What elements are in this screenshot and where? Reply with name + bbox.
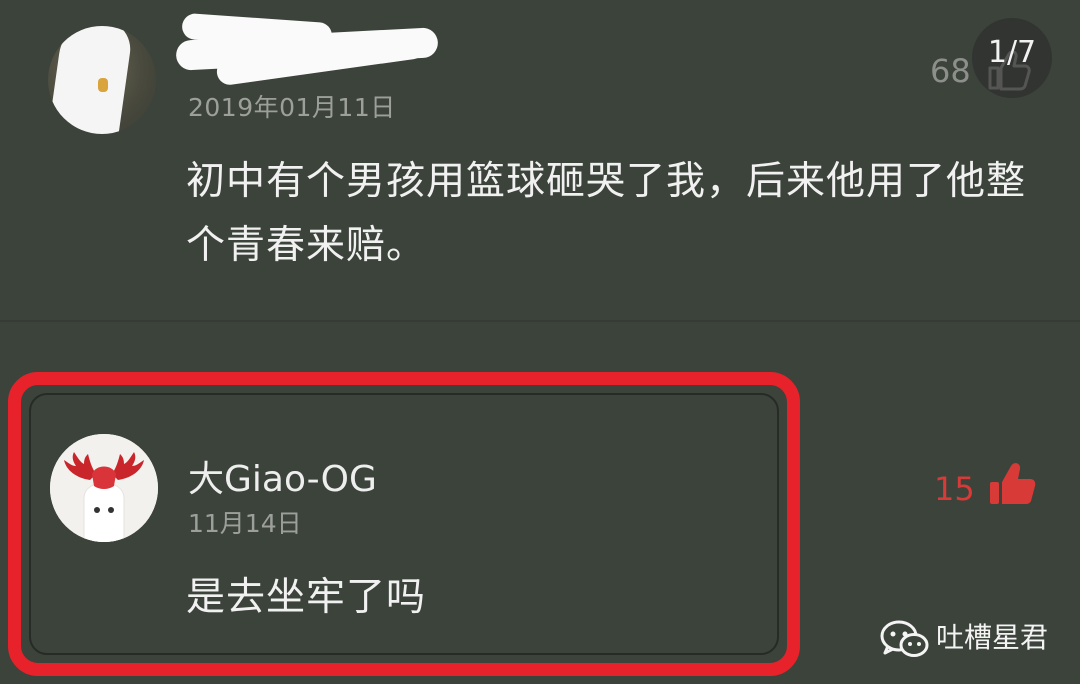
moose-avatar-icon (50, 434, 158, 542)
thumbs-up-filled-icon[interactable] (988, 460, 1036, 508)
wechat-icon (880, 620, 929, 657)
reply-like-count: 15 (934, 470, 975, 508)
avatar-detail (98, 78, 108, 92)
reply-avatar[interactable] (50, 434, 158, 542)
comment-text: 初中有个男孩用篮球砸哭了我，后来他用了他整个青春来赔。 (186, 159, 1027, 268)
reply-username[interactable]: 大Giao-OG (188, 450, 377, 502)
like-count: 68 (930, 52, 971, 90)
page-indicator: 1/7 (972, 18, 1052, 98)
reply-text: 是去坐牢了吗 (186, 575, 427, 620)
reply-date: 11月14日 (188, 509, 302, 538)
watermark-text: 吐槽星君 (936, 621, 1049, 654)
avatar[interactable] (48, 26, 156, 134)
username-redacted (175, 12, 444, 87)
redaction-mark (48, 26, 135, 134)
divider (0, 320, 1080, 322)
comment-date: 2019年01月11日 (188, 93, 396, 122)
comment-item: 2019年01月11日 68 1/7 初中有个男孩用篮球砸哭了我，后来他用了他整… (0, 0, 1080, 320)
